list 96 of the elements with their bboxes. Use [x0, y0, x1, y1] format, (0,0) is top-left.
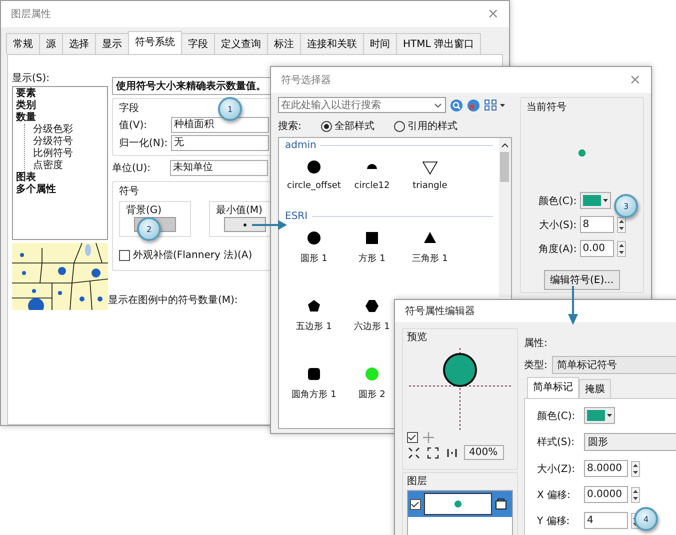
spinner-arrows-icon[interactable]: [616, 216, 626, 232]
symbol-item[interactable]: 圆形 2: [358, 366, 386, 426]
group-label: 背景(G): [126, 204, 162, 217]
field-label: 颜色(C):: [538, 194, 577, 208]
field-label: X 偏移:: [537, 488, 572, 502]
y-offset-spinner[interactable]: 4: [584, 512, 628, 529]
color-picker[interactable]: [580, 192, 611, 209]
field-label: 样式(S):: [537, 436, 576, 449]
symbol-item[interactable]: 圆角方形 1: [292, 366, 336, 426]
scope-radio[interactable]: 引用的样式: [394, 119, 458, 133]
spinner-arrows-icon[interactable]: [616, 240, 626, 256]
symbol-item[interactable]: 方形 1: [358, 230, 386, 290]
style-dropdown[interactable]: 圆形: [584, 433, 676, 451]
tree-item[interactable]: 分级色彩: [25, 124, 104, 136]
dropdown-arrow-icon: [602, 199, 608, 202]
tree-item[interactable]: 数量: [16, 112, 104, 124]
field-label: Y 偏移:: [537, 514, 571, 528]
tree-item[interactable]: 比例符号: [25, 148, 104, 160]
checkbox[interactable]: [119, 250, 130, 260]
checkbox-label: 外观补偿(Flannery 法)(A): [133, 248, 252, 262]
checkbox[interactable]: [410, 498, 421, 510]
search-icon[interactable]: [450, 98, 463, 112]
edit-symbol-button[interactable]: 编辑符号(E)...: [544, 270, 620, 290]
symbol-thumbnail-icon: [454, 500, 462, 508]
group-label: 最小值(M): [216, 204, 262, 217]
symbol-item[interactable]: 圆形 1: [300, 230, 328, 290]
tab[interactable]: 常规: [6, 33, 40, 54]
search-label: 搜索:: [278, 120, 302, 133]
dot-icon: [243, 222, 247, 226]
x-offset-spinner[interactable]: 0.0000: [584, 486, 628, 503]
corner-brackets-icon[interactable]: [426, 446, 440, 460]
connector-arrow: [568, 286, 578, 326]
style-group-heading: admin: [285, 140, 316, 151]
type-dropdown[interactable]: 简单标记符号: [552, 356, 676, 374]
tab[interactable]: 简单标记: [527, 377, 579, 398]
value-dropdown[interactable]: 种植面积: [171, 117, 269, 133]
size-spinner[interactable]: 8.0000: [584, 460, 628, 477]
symbol-item[interactable]: 三角形 1: [412, 230, 448, 290]
symbol-item[interactable]: 五边形 1: [296, 298, 332, 358]
connector-arrow: [252, 220, 288, 230]
show-label: 显示(S):: [12, 72, 50, 85]
zoom-dropdown[interactable]: 400%: [464, 445, 504, 460]
angle-spinner[interactable]: 0.00: [580, 240, 614, 257]
clear-search-icon[interactable]: [467, 98, 480, 112]
field-label: 颜色(C):: [537, 410, 576, 422]
group-label: 图层: [407, 475, 427, 488]
normalization-dropdown[interactable]: 无: [171, 135, 269, 151]
close-button[interactable]: ×: [487, 6, 499, 22]
field-label: 大小(S):: [538, 218, 577, 232]
spinner-arrows-icon[interactable]: [631, 460, 640, 476]
window-title: 图层属性: [11, 8, 51, 21]
symbol-item[interactable]: 六边形 1: [354, 298, 390, 358]
tree-item[interactable]: 图表: [16, 172, 104, 184]
layer-properties-icon[interactable]: [495, 498, 507, 510]
spinner-arrows-icon[interactable]: [631, 486, 640, 502]
checkbox[interactable]: [407, 432, 418, 443]
tree-item[interactable]: 点密度: [25, 160, 104, 172]
min-symbol-button[interactable]: [224, 217, 266, 232]
unit-dropdown[interactable]: 未知单位: [170, 160, 268, 176]
size-spinner[interactable]: 8: [580, 216, 614, 233]
dropdown-arrow-icon: [607, 414, 612, 417]
view-options-icon[interactable]: [484, 99, 506, 111]
window-title: 符号属性编辑器: [405, 304, 475, 318]
scrollbar-thumb[interactable]: [500, 152, 510, 182]
search-field[interactable]: 在此处输入以进行搜索: [278, 97, 446, 113]
properties-label: 属性:: [524, 336, 548, 350]
tab[interactable]: 符号系统: [128, 31, 182, 54]
scope-radio[interactable]: 全部样式: [321, 119, 374, 133]
tree-item[interactable]: 分级符号: [25, 136, 104, 148]
chevron-down-icon[interactable]: [434, 103, 442, 108]
field-label: 类型:: [524, 358, 548, 372]
field-label: 归一化(N):: [119, 136, 169, 150]
field-label: 单位(U):: [112, 162, 152, 175]
color-picker[interactable]: [584, 407, 615, 424]
group-label: 当前符号: [526, 100, 567, 114]
zoom-in-arrows-icon[interactable]: [407, 446, 421, 460]
symbol-item[interactable]: circle_offset: [287, 159, 341, 211]
scrollbar[interactable]: [498, 138, 511, 297]
tab[interactable]: 掩膜: [579, 379, 611, 398]
layer-row[interactable]: [408, 491, 512, 517]
symbol-item[interactable]: triangle: [412, 159, 448, 211]
field-label: 值(V):: [119, 119, 148, 132]
style-group-heading: ESRI: [285, 211, 308, 222]
field-label: 显示在图例中的符号数量(M):: [108, 294, 239, 307]
close-button[interactable]: ×: [629, 72, 641, 88]
field-label: 角度(A):: [538, 242, 577, 256]
tab[interactable]: HTML 弹出窗口: [396, 33, 482, 54]
symbol-preview-icon: [578, 149, 586, 157]
field-label: 大小(Z):: [537, 462, 576, 476]
tree-item[interactable]: 要素: [16, 88, 104, 100]
group-label: 预览: [407, 331, 427, 344]
tree-item[interactable]: 多个属性: [16, 184, 104, 196]
group-label: 字段: [119, 102, 139, 115]
symbol-item[interactable]: circle12: [354, 159, 390, 211]
tree-item[interactable]: 类别: [16, 100, 104, 112]
group-label: 符号: [119, 185, 139, 198]
